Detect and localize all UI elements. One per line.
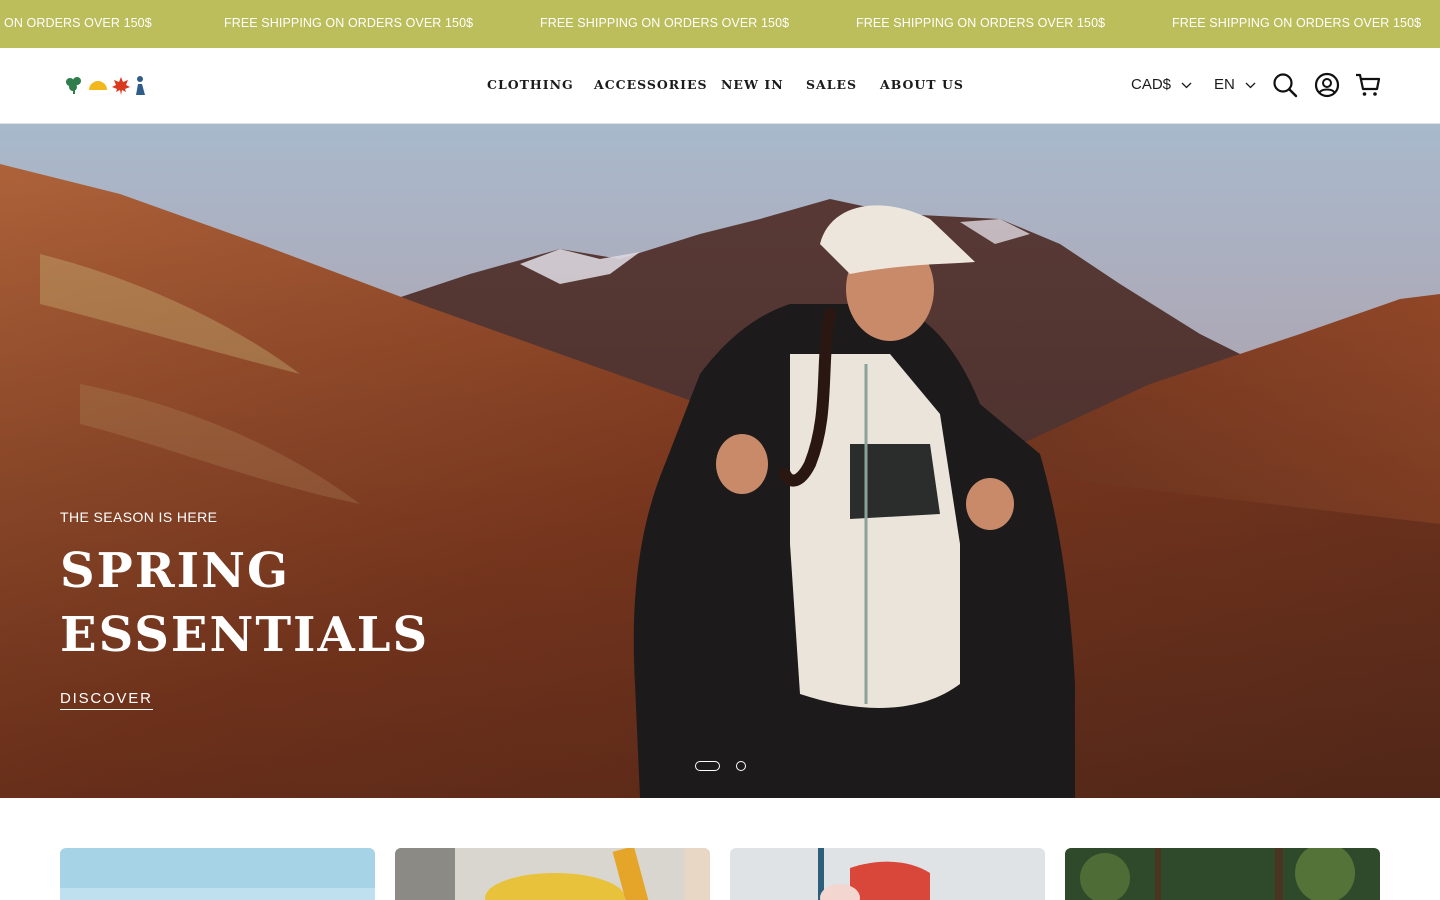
chevron-down-icon [1181, 82, 1192, 88]
cart-icon[interactable] [1355, 72, 1381, 98]
collection-card[interactable] [395, 848, 710, 900]
hero-title-line: ESSENTIALS [60, 607, 430, 663]
chevron-down-icon [1245, 82, 1256, 88]
language-label: EN [1214, 76, 1235, 93]
announcement-bar: ON ORDERS OVER 150$ FREE SHIPPING ON ORD… [0, 0, 1440, 48]
hero-banner: THE SEASON IS HERE SPRING ESSENTIALS DIS… [0, 124, 1440, 798]
collection-card-image [730, 848, 1045, 900]
collection-card[interactable] [1065, 848, 1380, 900]
site-header: CLOTHING ACCESSORIES NEW IN SALES ABOUT … [0, 48, 1440, 124]
hero-eyebrow: THE SEASON IS HERE [60, 509, 218, 525]
nav-new-in[interactable]: NEW IN [721, 77, 784, 92]
currency-selector[interactable]: CAD$ [1131, 76, 1192, 93]
collection-card-image [395, 848, 710, 900]
announcement-text: FREE SHIPPING ON ORDERS OVER 150$ [224, 16, 474, 30]
collection-card-image [1065, 848, 1380, 900]
announcement-text: FREE SHIPPING ON ORDERS OVER 150$ [1172, 16, 1422, 30]
collection-card-image [60, 848, 375, 900]
hero-title: SPRING ESSENTIALS [60, 539, 560, 667]
account-icon[interactable] [1314, 72, 1340, 98]
currency-label: CAD$ [1131, 76, 1172, 93]
discover-link[interactable]: DISCOVER [60, 690, 153, 710]
hero-title-line: SPRING [60, 543, 290, 599]
collection-card[interactable] [730, 848, 1045, 900]
slide-dot-active[interactable] [695, 761, 720, 771]
language-selector[interactable]: EN [1214, 76, 1256, 93]
announcement-text: FREE SHIPPING ON ORDERS OVER 150$ [540, 16, 790, 30]
nav-sales[interactable]: SALES [806, 77, 857, 92]
collection-card[interactable] [60, 848, 375, 900]
nav-accessories[interactable]: ACCESSORIES [594, 77, 708, 92]
nav-about-us[interactable]: ABOUT US [880, 77, 964, 92]
search-icon[interactable] [1272, 72, 1298, 98]
announcement-text: FREE SHIPPING ON ORDERS OVER 150$ [856, 16, 1106, 30]
slide-dot[interactable] [736, 761, 746, 771]
hero-image [0, 124, 1440, 798]
announcement-text: ON ORDERS OVER 150$ [4, 16, 152, 30]
nav-clothing[interactable]: CLOTHING [487, 77, 574, 92]
